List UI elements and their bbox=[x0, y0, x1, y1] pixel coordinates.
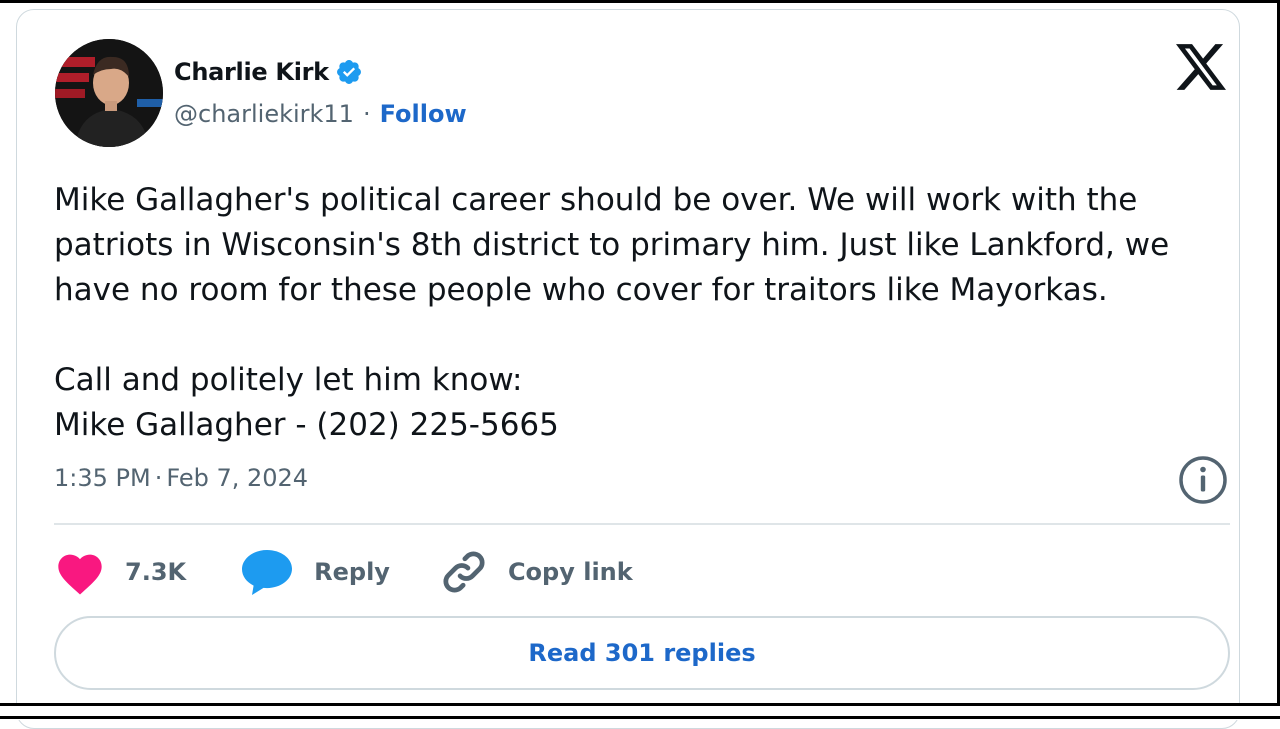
handle-separator: · bbox=[362, 100, 371, 128]
author-handle[interactable]: @charliekirk11 bbox=[174, 100, 354, 128]
tweet-time: 1:35 PM bbox=[54, 464, 151, 492]
divider bbox=[54, 523, 1230, 525]
read-replies-button[interactable]: Read 301 replies bbox=[54, 616, 1230, 690]
author-name-row: Charlie Kirk bbox=[174, 58, 363, 86]
verified-badge-icon bbox=[336, 60, 361, 84]
tweet-timestamp[interactable]: 1:35 PM · Feb 7, 2024 bbox=[54, 464, 308, 492]
frame-top-border bbox=[0, 0, 1280, 3]
like-count: 7.3K bbox=[125, 558, 187, 586]
link-icon bbox=[443, 551, 485, 593]
reply-label: Reply bbox=[314, 558, 390, 586]
tweet-date: Feb 7, 2024 bbox=[166, 464, 309, 492]
tweet-text: Mike Gallagher's political career should… bbox=[54, 182, 1170, 443]
copy-link-button[interactable]: Copy link bbox=[438, 546, 633, 598]
timestamp-separator: · bbox=[154, 464, 163, 492]
copy-link-label: Copy link bbox=[507, 558, 633, 586]
frame-bottom-border bbox=[0, 703, 1280, 720]
action-bar: 7.3K Reply Copy link bbox=[54, 546, 633, 598]
avatar[interactable] bbox=[55, 39, 163, 147]
info-icon[interactable] bbox=[1177, 454, 1229, 506]
read-replies-label: Read 301 replies bbox=[528, 639, 756, 667]
x-logo-icon[interactable] bbox=[1176, 44, 1226, 90]
heart-icon bbox=[58, 554, 102, 595]
reply-button[interactable]: Reply bbox=[240, 547, 390, 597]
speech-bubble-icon bbox=[242, 550, 293, 595]
follow-link[interactable]: Follow bbox=[380, 100, 467, 128]
author-handle-row: @charliekirk11 · Follow bbox=[174, 100, 467, 128]
author-name[interactable]: Charlie Kirk bbox=[174, 58, 329, 86]
like-button[interactable]: 7.3K bbox=[54, 548, 186, 596]
